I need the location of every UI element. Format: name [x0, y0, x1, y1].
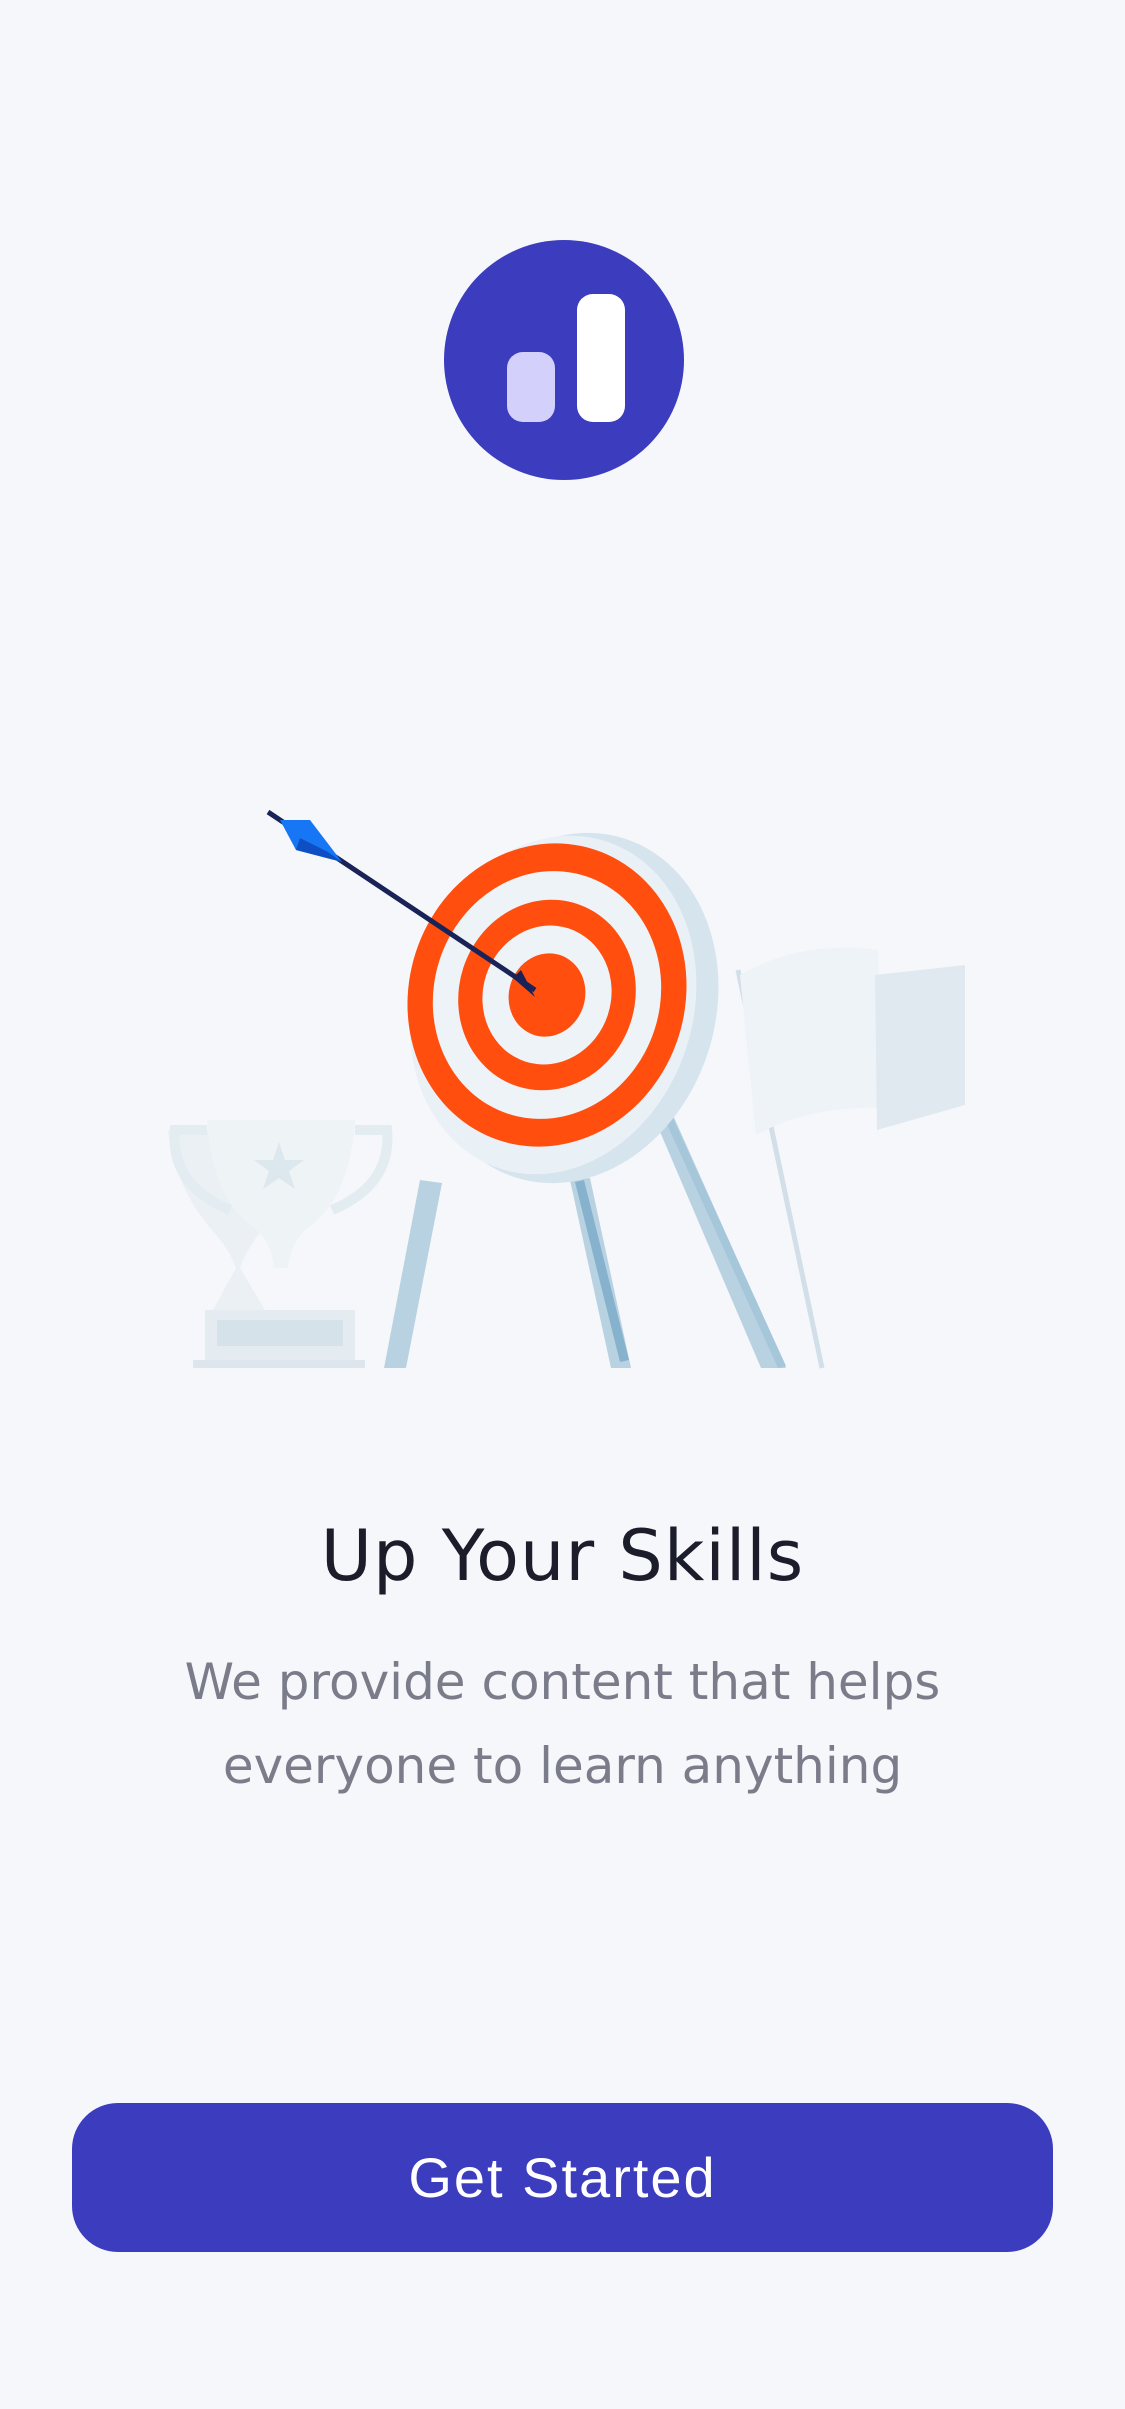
- target-icon: [407, 832, 719, 1184]
- app-logo-icon: [444, 240, 684, 480]
- trophy-icon: [168, 1120, 393, 1368]
- get-started-label: Get Started: [408, 2146, 717, 2209]
- onboarding-title: Up Your Skills: [320, 1515, 805, 1597]
- onboarding-subtitle: We provide content that helps everyone t…: [184, 1653, 941, 1795]
- onboarding-screen: Up Your Skills We provide content that h…: [0, 0, 1125, 2409]
- hero-illustration: [168, 809, 965, 1369]
- flag-icon: [735, 947, 965, 1369]
- get-started-button[interactable]: Get Started: [72, 2103, 1053, 2252]
